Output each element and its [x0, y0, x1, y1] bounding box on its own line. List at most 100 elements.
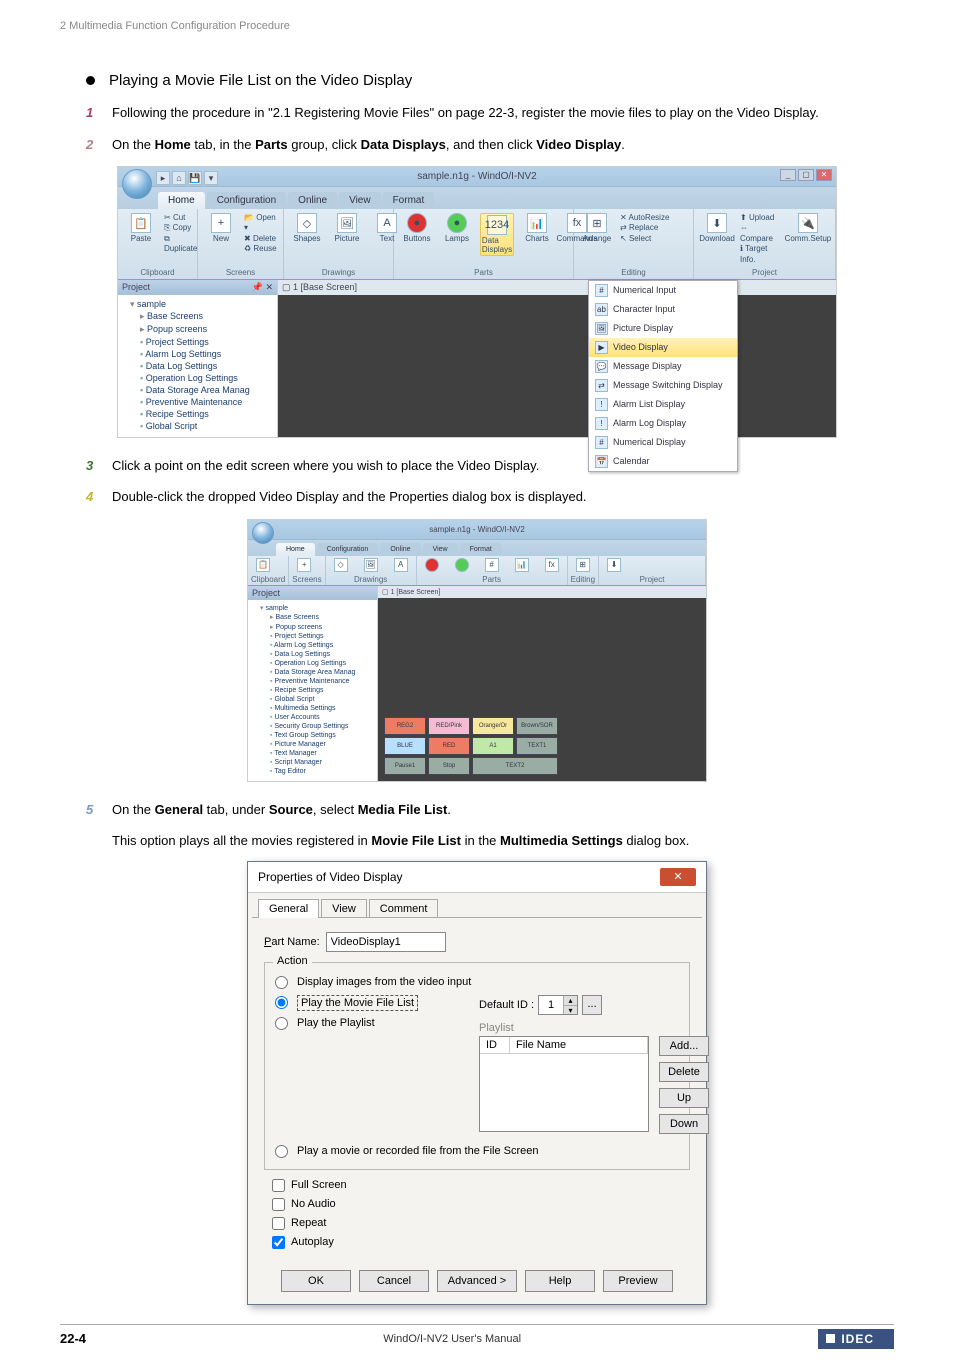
canvas-tab[interactable]: ▢ 1 [Base Screen] — [378, 586, 706, 598]
menu-alarm-log[interactable]: !Alarm Log Display — [589, 414, 737, 433]
duplicate-button[interactable]: ⧉ Duplicate — [164, 234, 197, 255]
open-button[interactable]: 📂 Open ▾ — [244, 213, 277, 234]
menu-alarm-list[interactable]: !Alarm List Display — [589, 395, 737, 414]
cancel-button[interactable]: Cancel — [359, 1270, 429, 1292]
project-tree[interactable]: Project📌 ✕ sample Base Screens Popup scr… — [118, 280, 278, 437]
data-displays-button[interactable]: 1234Data Displays — [480, 213, 514, 256]
radio-movie-file-list[interactable] — [275, 996, 288, 1009]
reuse-button[interactable]: ♻ Reuse — [244, 244, 277, 254]
picture-button[interactable]: 🖼 — [359, 558, 383, 572]
tab-comment[interactable]: Comment — [369, 899, 439, 918]
close-button[interactable]: ✕ — [660, 868, 696, 886]
qat-icon[interactable]: ▸ — [156, 171, 170, 185]
thumb[interactable]: BLUE — [384, 737, 426, 755]
project-tree[interactable]: Project sample Base Screens Popup screen… — [248, 586, 378, 781]
canvas-area[interactable]: ▢ 1 [Base Screen] REG2 RED/Pink Orange/O… — [378, 586, 706, 781]
up-button[interactable]: Up — [659, 1088, 709, 1108]
close-button[interactable]: ✕ — [816, 169, 832, 181]
tab-configuration[interactable]: Configuration — [317, 543, 379, 556]
menu-message-display[interactable]: 💬Message Display — [589, 357, 737, 376]
cut-button[interactable]: ✂ Cut — [164, 213, 197, 223]
radio-file-screen[interactable] — [275, 1145, 288, 1158]
default-id-spinner[interactable]: ▴▾ — [538, 995, 578, 1015]
tab-view[interactable]: View — [339, 192, 381, 209]
arrange-button[interactable]: ⊞Arrange — [580, 213, 614, 243]
tab-view[interactable]: View — [423, 543, 458, 556]
download-button[interactable]: ⬇Download — [700, 213, 734, 243]
delete-button[interactable]: Delete — [659, 1062, 709, 1082]
compare-button[interactable]: ⇔ Compare — [740, 223, 781, 244]
radio-playlist[interactable] — [275, 1017, 288, 1030]
buttons-button[interactable]: ●Buttons — [400, 213, 434, 243]
thumb[interactable]: REG2 — [384, 717, 426, 735]
picture-button[interactable]: 🖼Picture — [330, 213, 364, 243]
ok-button[interactable]: OK — [281, 1270, 351, 1292]
check-fullscreen[interactable] — [272, 1179, 285, 1192]
copy-button[interactable]: ⎘ Copy — [164, 223, 197, 233]
charts-button[interactable]: 📊Charts — [520, 213, 554, 243]
commands-button[interactable]: fx — [540, 558, 564, 572]
menu-message-switching[interactable]: ⇄Message Switching Display — [589, 376, 737, 395]
tab-home[interactable]: Home — [276, 543, 315, 556]
partname-input[interactable] — [326, 932, 446, 952]
qat-icon[interactable]: ⌂ — [172, 171, 186, 185]
thumb[interactable]: RED/Pink — [428, 717, 470, 735]
menu-numerical-display[interactable]: #Numerical Display — [589, 433, 737, 452]
menu-video-display[interactable]: ▶Video Display — [589, 338, 737, 357]
pin-icon[interactable]: 📌 ✕ — [252, 282, 273, 293]
preview-button[interactable]: Preview — [603, 1270, 673, 1292]
new-button[interactable]: +New — [204, 213, 238, 243]
select-button[interactable]: ↖ Select — [620, 234, 669, 244]
lamps-button[interactable] — [450, 558, 474, 572]
tab-online[interactable]: Online — [380, 543, 420, 556]
data-displays-button[interactable]: # — [480, 558, 504, 572]
check-repeat[interactable] — [272, 1217, 285, 1230]
check-noaudio[interactable] — [272, 1198, 285, 1211]
tab-home[interactable]: Home — [158, 192, 205, 209]
commsetup-button[interactable]: 🔌Comm.Setup — [787, 213, 829, 243]
paste-button[interactable]: 📋Paste — [124, 213, 158, 243]
qat-icon[interactable]: 💾 — [188, 171, 202, 185]
canvas-area[interactable]: ▢ 1 [Base Screen] #Numerical Input abCha… — [278, 280, 836, 437]
down-button[interactable]: Down — [659, 1114, 709, 1134]
qat-icon[interactable]: ▾ — [204, 171, 218, 185]
tab-format[interactable]: Format — [383, 192, 435, 209]
minimize-button[interactable]: _ — [780, 169, 796, 181]
upload-button[interactable]: ⬆ Upload — [740, 213, 781, 223]
thumb[interactable]: Orange/Or — [472, 717, 514, 735]
text-button[interactable]: A — [389, 558, 413, 572]
arrange-button[interactable]: ⊞ — [571, 558, 595, 572]
browse-button[interactable]: ... — [582, 995, 602, 1015]
delete-button[interactable]: ✖ Delete — [244, 234, 277, 244]
lamps-button[interactable]: ●Lamps — [440, 213, 474, 243]
app-orb-icon[interactable] — [252, 522, 274, 544]
check-autoplay[interactable] — [272, 1236, 285, 1249]
tab-format[interactable]: Format — [460, 543, 502, 556]
shapes-button[interactable]: ◇Shapes — [290, 213, 324, 243]
tab-configuration[interactable]: Configuration — [207, 192, 286, 209]
tab-online[interactable]: Online — [288, 192, 337, 209]
paste-button[interactable]: 📋 — [251, 558, 275, 572]
add-button[interactable]: Add... — [659, 1036, 709, 1056]
menu-picture-display[interactable]: 🖼Picture Display — [589, 319, 737, 338]
thumb[interactable]: RED — [428, 737, 470, 755]
download-button[interactable]: ⬇ — [602, 558, 626, 572]
autoresize-button[interactable]: ✕ AutoResize — [620, 213, 669, 223]
replace-button[interactable]: ⇄ Replace — [620, 223, 669, 233]
thumb[interactable]: TEXT1 — [516, 737, 558, 755]
charts-button[interactable]: 📊 — [510, 558, 534, 572]
menu-calendar[interactable]: 📅Calendar — [589, 452, 737, 471]
advanced-button[interactable]: Advanced > — [437, 1270, 517, 1292]
help-button[interactable]: Help — [525, 1270, 595, 1292]
menu-character-input[interactable]: abCharacter Input — [589, 300, 737, 319]
thumb[interactable]: Stop — [428, 757, 470, 775]
radio-video-input[interactable] — [275, 976, 288, 989]
buttons-button[interactable] — [420, 558, 444, 572]
maximize-button[interactable]: ▢ — [798, 169, 814, 181]
target-info-button[interactable]: ℹ Target Info. — [740, 244, 781, 265]
thumb[interactable]: TEXT2 — [472, 757, 558, 775]
tab-general[interactable]: General — [258, 899, 319, 918]
tab-view[interactable]: View — [321, 899, 367, 918]
new-button[interactable]: + — [292, 558, 316, 572]
menu-numerical-input[interactable]: #Numerical Input — [589, 281, 737, 300]
